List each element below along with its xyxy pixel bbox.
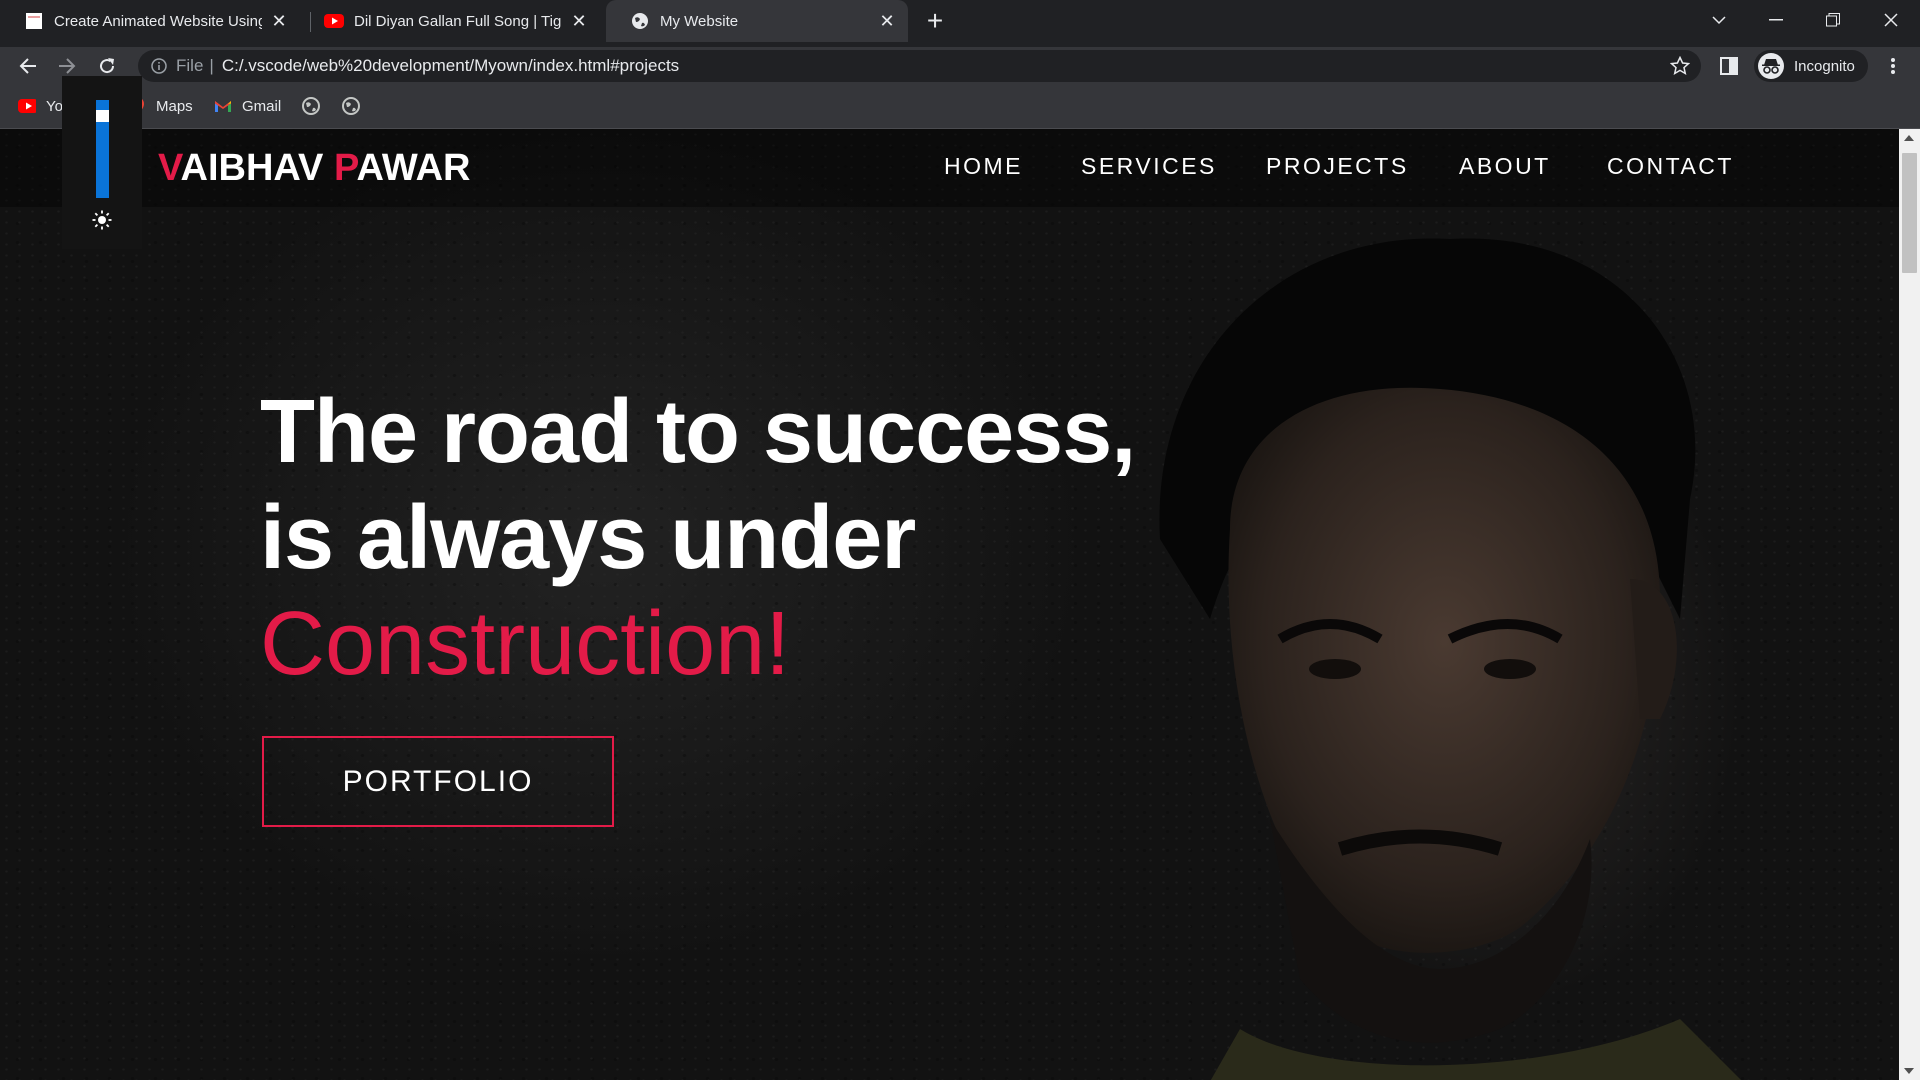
profile-label: Incognito (1794, 57, 1855, 75)
bookmark-label: Gmail (242, 97, 282, 115)
side-panel-icon[interactable] (1714, 51, 1744, 81)
hero-line-2: is always under (260, 488, 916, 588)
close-tab-icon[interactable]: ✕ (570, 11, 588, 31)
logo-text: AIBHAV (180, 147, 334, 189)
scroll-up-arrow-icon[interactable] (1904, 135, 1914, 141)
portfolio-button[interactable]: PORTFOLIO (262, 736, 614, 827)
bookmark-star-icon[interactable] (1669, 55, 1691, 77)
page-scrollbar[interactable] (1899, 129, 1920, 1080)
youtube-icon (18, 97, 36, 115)
bookmarks-bar: YouTube Maps Gmail (0, 84, 1920, 129)
back-icon[interactable] (13, 51, 43, 81)
scroll-down-arrow-icon[interactable] (1904, 1068, 1914, 1074)
incognito-icon (1758, 53, 1784, 79)
restore-icon[interactable] (1813, 6, 1853, 34)
tab-title: Dil Diyan Gallan Full Song | Tiger Zinda… (354, 12, 562, 30)
site-logo[interactable]: VAIBHAV PAWAR (158, 147, 470, 190)
brightness-widget (62, 76, 142, 249)
minimize-icon[interactable] (1756, 6, 1796, 34)
nav-services[interactable]: SERVICES (1081, 153, 1217, 180)
tab-title: Create Animated Website Using HTML CSS (54, 12, 262, 30)
hero-accent-text: Construction! (260, 594, 791, 694)
info-icon[interactable] (150, 57, 168, 75)
tab-my-website[interactable]: My Website ✕ (606, 0, 908, 42)
tab-title: My Website (660, 12, 739, 30)
brightness-slider-handle[interactable] (96, 110, 109, 123)
logo-text: AWAR (356, 147, 471, 189)
incognito-profile-button[interactable]: Incognito (1754, 50, 1868, 82)
bookmark-globe-1[interactable] (302, 95, 330, 117)
tab-search-icon[interactable] (1699, 6, 1739, 34)
url-text[interactable]: C:/.vscode/web%20development/Myown/index… (222, 56, 679, 76)
logo-initial: V (158, 147, 181, 189)
new-tab-icon[interactable]: + (922, 5, 948, 36)
bookmark-gmail[interactable]: Gmail (214, 95, 281, 117)
scheme-label: File (176, 56, 204, 75)
hero-heading: The road to success, is always under Con… (260, 379, 1136, 697)
address-bar[interactable]: File | C:/.vscode/web%20development/Myow… (138, 50, 1701, 82)
hero-line-1: The road to success, (260, 382, 1136, 482)
site-header: VAIBHAV PAWAR HOME SERVICES PROJECTS ABO… (0, 129, 1899, 207)
scheme-divider: | (209, 56, 214, 75)
sun-icon (91, 209, 113, 231)
logo-initial: P (333, 147, 357, 189)
globe-icon (342, 97, 360, 115)
gmail-icon (214, 97, 232, 115)
youtube-icon (324, 11, 344, 31)
bookmark-label: Maps (156, 97, 193, 115)
globe-icon (302, 97, 320, 115)
menu-dots-icon[interactable] (1878, 51, 1908, 81)
page-icon (24, 11, 44, 31)
browser-tab-strip: Create Animated Website Using HTML CSS ✕… (0, 0, 1920, 47)
browser-toolbar: File | C:/.vscode/web%20development/Myow… (0, 47, 1920, 84)
nav-home[interactable]: HOME (944, 153, 1023, 180)
close-window-icon[interactable] (1871, 6, 1911, 34)
tab-animated-website[interactable]: Create Animated Website Using HTML CSS ✕ (0, 0, 300, 42)
close-tab-icon[interactable]: ✕ (878, 11, 896, 31)
scrollbar-thumb[interactable] (1902, 153, 1917, 273)
nav-contact[interactable]: CONTACT (1607, 153, 1734, 180)
bookmark-globe-2[interactable] (342, 95, 370, 117)
globe-icon (630, 11, 650, 31)
nav-about[interactable]: ABOUT (1459, 153, 1551, 180)
nav-projects[interactable]: PROJECTS (1266, 153, 1409, 180)
tab-youtube-song[interactable]: Dil Diyan Gallan Full Song | Tiger Zinda… (300, 0, 600, 42)
close-tab-icon[interactable]: ✕ (270, 11, 288, 31)
webpage-viewport: VAIBHAV PAWAR HOME SERVICES PROJECTS ABO… (0, 129, 1899, 1080)
portrait-photo (1159, 238, 1741, 1080)
